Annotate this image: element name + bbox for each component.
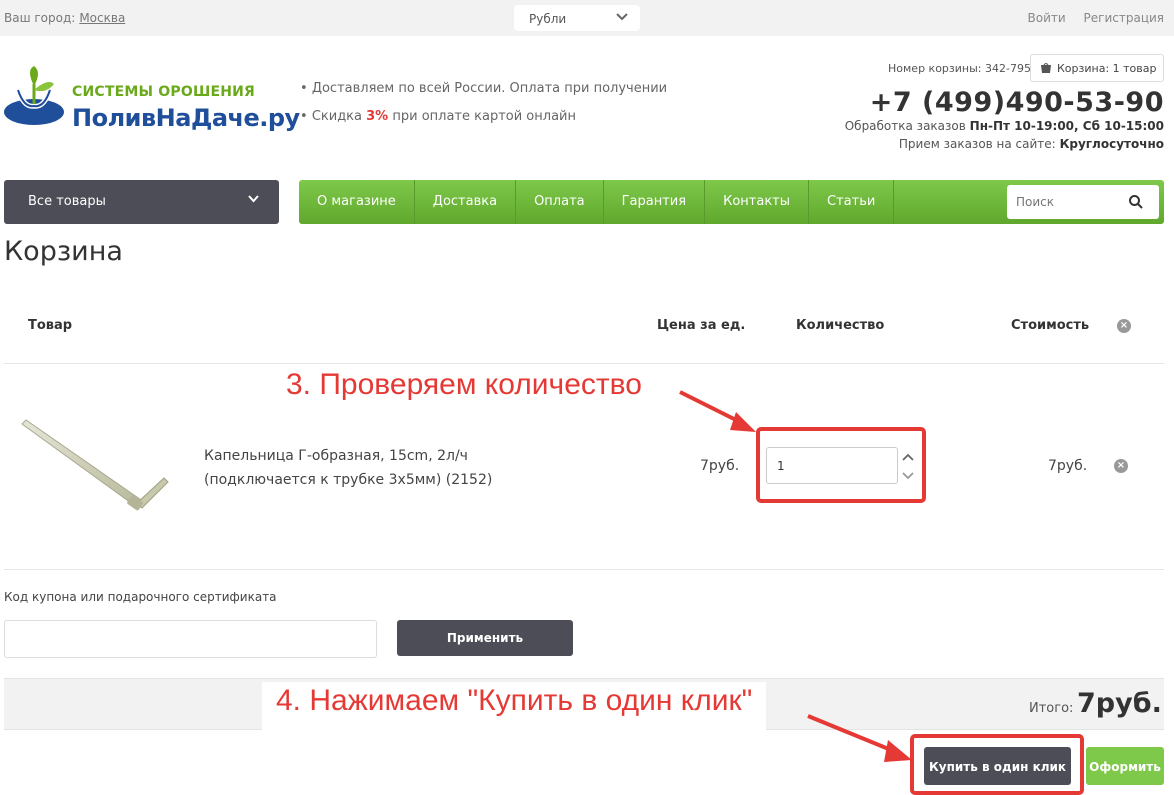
product-name-line-1: Капельница Г-образная, 15cm, 2л/ч [204,448,468,464]
order-hours: Обработка заказов Пн-Пт 10-19:00, Сб 10-… [845,119,1164,133]
divider [4,569,1164,570]
annotation-arrow-icon [679,390,756,432]
coupon-input[interactable] [4,620,377,658]
promo-delivery-text: Доставляем по всей России. Оплата при по… [311,81,668,96]
row-cost: 7руб. [1048,458,1088,474]
order-hours-value: Пн-Пт 10-19:00, Сб 10-15:00 [969,119,1164,133]
account-links: Войти Регистрация [1014,11,1164,25]
site-orders: Прием заказов на сайте: Круглосуточно [899,137,1164,151]
total-label: Итого: [1029,701,1074,716]
basket-button-label: Корзина: 1 товар [1057,62,1157,75]
annotation-highlight-one-click [910,734,1084,795]
column-header-cost: Стоимость [1011,318,1090,333]
checkout-button[interactable]: Оформить [1086,747,1164,785]
nav-item-about[interactable]: О магазине [299,180,415,224]
nav-item-contacts[interactable]: Контакты [705,180,810,224]
basket-number: Номер корзины: 342-795 [888,62,1031,75]
column-header-quantity: Количество [796,318,885,333]
logo-subtitle: СИСТЕМЫ ОРОШЕНИЯ [72,84,256,100]
basket-button[interactable]: Корзина: 1 товар [1030,54,1164,82]
nav-item-delivery[interactable]: Доставка [415,180,517,224]
annotation-step-3: 3. Проверяем количество [272,366,656,404]
unit-price: 7руб. [700,458,740,474]
promo-discount: • Скидка 3% при оплате картой онлайн [300,109,576,124]
product-name-line-2: (подключается к трубке 3х5мм) (2152) [204,472,493,488]
logo-title: ПоливНаДаче.ру [72,104,300,132]
nav-item-payment[interactable]: Оплата [516,180,604,224]
nav-item-articles[interactable]: Статьи [809,180,895,224]
search-input[interactable] [1016,186,1126,218]
annotation-highlight-quantity [756,427,926,503]
basket-icon [1041,63,1051,73]
chevron-down-icon [616,13,628,21]
coupon-label: Код купона или подарочного сертификата [4,590,277,604]
site-orders-label: Прием заказов на сайте: [898,137,1056,151]
search-icon[interactable] [1129,195,1143,209]
nav-item-warranty[interactable]: Гарантия [604,180,706,224]
city-label: Ваш город: [4,11,76,25]
register-link[interactable]: Регистрация [1084,11,1164,25]
product-name[interactable]: Капельница Г-образная, 15cm, 2л/ч (подкл… [204,444,492,492]
order-hours-label: Обработка заказов [844,119,966,133]
total-value: 7руб. [1077,688,1162,719]
promo-discount-prefix: Скидка [311,109,362,124]
annotation-step-4: 4. Нажимаем "Купить в один клик" [262,682,767,730]
city-selector: Ваш город: Москва [4,11,125,25]
top-bar: Ваш город: Москва Рубли Войти Регистрация [0,0,1174,36]
phone-number[interactable]: +7 (499)490-53-90 [870,87,1164,118]
search-box [1007,185,1159,219]
promo-discount-value: 3% [366,109,389,124]
chevron-down-icon [248,195,259,203]
site-logo[interactable]: СИСТЕМЫ ОРОШЕНИЯ ПоливНаДаче.ру [4,66,300,132]
column-header-product: Товар [28,318,73,333]
remove-item-icon[interactable]: × [1114,459,1128,473]
promo-delivery: • Доставляем по всей России. Оплата при … [300,81,668,96]
divider [4,363,1164,364]
login-link[interactable]: Войти [1028,11,1066,25]
annotation-arrow-icon [807,714,912,762]
page-title: Корзина [4,236,123,267]
city-link[interactable]: Москва [79,11,125,25]
all-goods-menu[interactable]: Все товары [4,180,279,224]
site-orders-value: Круглосуточно [1059,137,1164,151]
column-header-unit-price: Цена за ед. [657,318,746,333]
promo-discount-suffix: при оплате картой онлайн [392,109,576,124]
currency-value: Рубли [529,12,567,26]
product-image[interactable] [18,412,173,520]
apply-coupon-button[interactable]: Применить [397,620,573,656]
all-goods-label: Все товары [28,194,106,209]
currency-select[interactable]: Рубли [514,5,640,31]
clear-cart-icon[interactable]: × [1117,319,1131,333]
logo-sprout-icon [4,66,64,125]
